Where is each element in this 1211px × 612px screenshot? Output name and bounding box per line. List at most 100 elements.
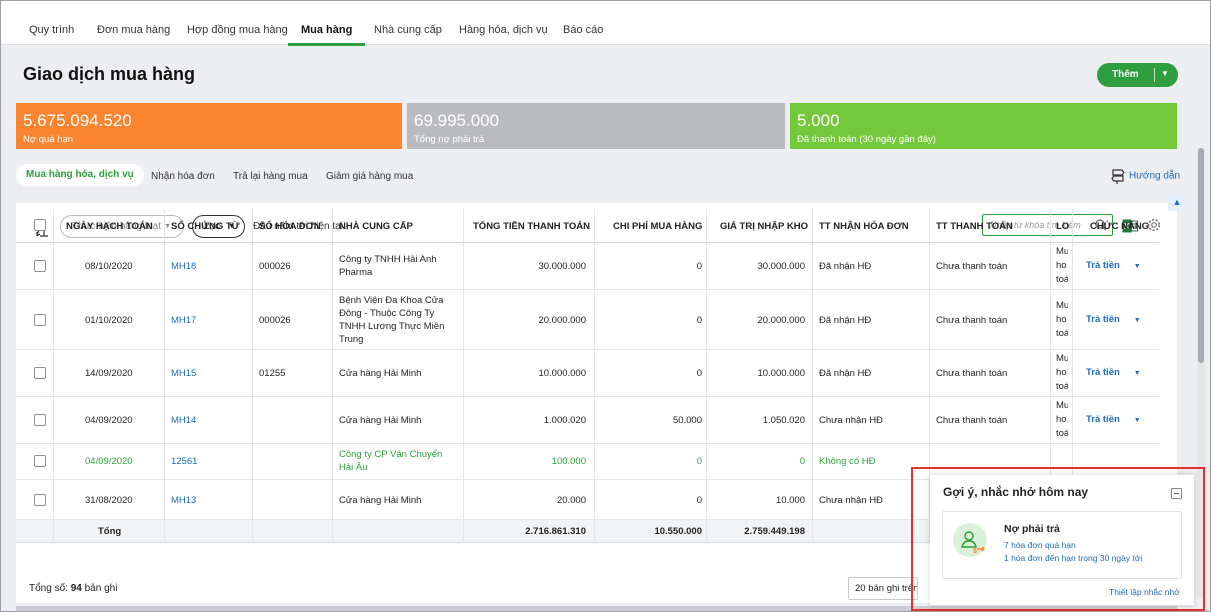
row-invoice-status: Không có HĐ xyxy=(819,456,876,467)
overdue-debt-card[interactable]: 5.675.094.520 Nợ quá hạn xyxy=(16,103,402,149)
pay-label: Trả tiền xyxy=(1086,367,1120,378)
tab-process[interactable]: Quy trình xyxy=(29,1,74,45)
tab-purchasing[interactable]: Mua hàng xyxy=(287,1,366,46)
row-stock: 20.000.000 xyxy=(757,315,805,326)
col-posting-date[interactable]: NGÀY HẠCH TOÁN xyxy=(66,221,153,232)
row-payment-status: Chưa thanh toán xyxy=(936,261,1008,272)
subtab-buy-goods[interactable]: Mua hàng hóa, dịch vụ xyxy=(16,164,144,186)
row-checkbox[interactable] xyxy=(34,260,46,272)
row-stock: 10.000.000 xyxy=(757,368,805,379)
row-checkbox[interactable] xyxy=(34,367,46,379)
row-lo: Mu ho toá xyxy=(1056,300,1068,339)
total-payable-label: Tổng nợ phải trả xyxy=(414,134,485,145)
row-invoice-status: Chưa nhận HĐ xyxy=(819,415,883,426)
page-title: Giao dịch mua hàng xyxy=(23,64,196,84)
table-row[interactable]: 14/09/2020 MH15 01255 Cửa hàng Hải Minh … xyxy=(16,350,1159,397)
row-payment-status: Chưa thanh toán xyxy=(936,315,1008,326)
overdue-debt-value: 5.675.094.520 xyxy=(23,111,132,130)
row-supplier: Cửa hàng Hải Minh xyxy=(339,415,422,426)
row-stock: 1.050.020 xyxy=(762,415,805,426)
table-row[interactable]: 01/10/2020 MH17 000026 Bệnh Viện Đa Khoa… xyxy=(16,290,1159,350)
record-count-suffix: bản ghi xyxy=(84,583,118,594)
tab-reports[interactable]: Báo cáo xyxy=(563,1,603,45)
pay-button[interactable]: Trả tiền ▼ xyxy=(1086,414,1141,425)
row-supplier: Bệnh Viện Đa Khoa Cửa Đông - Thuộc Công … xyxy=(339,295,445,345)
select-all-checkbox[interactable] xyxy=(34,219,46,231)
row-lo: Mu ho toá xyxy=(1056,246,1068,285)
pay-label: Trả tiền xyxy=(1086,414,1120,425)
pay-button[interactable]: Trả tiền ▼ xyxy=(1086,260,1141,271)
row-cost: 0 xyxy=(696,456,702,467)
row-total: 20.000 xyxy=(556,495,586,506)
row-document-link[interactable]: MH15 xyxy=(171,367,196,380)
col-payment-status[interactable]: TT THANH TOÁN xyxy=(936,221,1013,232)
col-stock-value[interactable]: GIÁ TRỊ NHẬP KHO xyxy=(720,221,808,232)
page-size-select[interactable]: 20 bản ghi trên 1 trang xyxy=(848,577,918,600)
record-count-prefix: Tổng số: xyxy=(29,583,68,594)
row-document-link[interactable]: MH18 xyxy=(171,260,196,273)
chevron-up-icon: ▲ xyxy=(1172,197,1182,207)
col-invoice-no[interactable]: SỐ HÓA ĐƠN xyxy=(259,221,321,232)
collapse-icon[interactable] xyxy=(1171,488,1182,499)
row-checkbox[interactable] xyxy=(34,314,46,326)
table-row[interactable]: 08/10/2020 MH18 000026 Công ty TNHH Hải … xyxy=(16,243,1159,290)
row-document-link[interactable]: MH17 xyxy=(171,314,196,327)
row-checkbox[interactable] xyxy=(34,494,46,506)
col-supplier[interactable]: NHÀ CUNG CẤP xyxy=(339,221,413,232)
tab-purchase-orders[interactable]: Đơn mua hàng xyxy=(97,1,170,45)
row-document-link[interactable]: MH14 xyxy=(171,414,196,427)
totals-stock: 2.759.449.198 xyxy=(744,526,805,537)
col-lo[interactable]: LO xyxy=(1056,221,1069,232)
row-invoice: 01255 xyxy=(259,368,286,379)
chevron-down-icon[interactable]: ▼ xyxy=(1134,317,1141,324)
row-stock: 10.000 xyxy=(775,495,805,506)
add-button[interactable]: Thêm ▼ xyxy=(1097,63,1178,87)
guide-link[interactable]: Hướng dẫn xyxy=(1111,168,1180,184)
row-supplier: Cửa hàng Hải Minh xyxy=(339,495,422,506)
reminder-card-payables[interactable]: $ Nợ phải trả 7 hóa đơn quá hạn 1 hóa đơ… xyxy=(942,511,1182,579)
tab-goods-services[interactable]: Hàng hóa, dịch vụ xyxy=(459,1,548,45)
payables-icon: $ xyxy=(953,523,987,557)
col-document-no[interactable]: SỐ CHỨNG TỪ xyxy=(171,221,240,232)
overdue-invoices-link[interactable]: 7 hóa đơn quá hạn xyxy=(1004,540,1076,550)
paid-label: Đã thanh toán (30 ngày gần đây) xyxy=(797,134,936,145)
subtab-purchase-discounts[interactable]: Giảm giá hàng mua xyxy=(326,171,413,182)
tab-suppliers[interactable]: Nhà cung cấp xyxy=(374,1,442,45)
row-checkbox[interactable] xyxy=(34,414,46,426)
due-invoices-link[interactable]: 1 hóa đơn đến hạn trong 30 ngày tới xyxy=(1004,553,1142,563)
row-date: 14/09/2020 xyxy=(85,368,133,379)
subtab-receive-invoice[interactable]: Nhận hóa đơn xyxy=(151,171,215,182)
row-total: 100.000 xyxy=(551,456,586,467)
row-document-link[interactable]: 12561 xyxy=(171,455,197,468)
row-cost: 50.000 xyxy=(672,415,702,426)
reminder-item-title: Nợ phải trả xyxy=(1004,523,1060,535)
chevron-down-icon[interactable]: ▼ xyxy=(1134,263,1141,270)
svg-text:$: $ xyxy=(973,548,977,555)
row-date: 01/10/2020 xyxy=(85,315,133,326)
tab-purchase-contracts[interactable]: Hợp đồng mua hàng xyxy=(187,1,288,45)
col-invoice-status[interactable]: TT NHẬN HÓA ĐƠN xyxy=(819,221,909,232)
total-payable-card[interactable]: 69.995.000 Tổng nợ phải trả xyxy=(407,103,785,149)
row-invoice-status: Đã nhận HĐ xyxy=(819,261,872,272)
chevron-down-icon[interactable]: ▼ xyxy=(1161,69,1169,78)
paid-card[interactable]: 5.000 Đã thanh toán (30 ngày gần đây) xyxy=(790,103,1177,149)
chevron-down-icon[interactable]: ▼ xyxy=(1134,370,1141,377)
pay-button[interactable]: Trả tiền ▼ xyxy=(1086,367,1141,378)
row-date: 04/09/2020 xyxy=(85,415,133,426)
scrollbar-thumb[interactable] xyxy=(1198,148,1204,363)
table-row[interactable]: 04/09/2020 MH14 Cửa hàng Hải Minh 1.000.… xyxy=(16,397,1159,444)
row-cost: 0 xyxy=(696,261,702,272)
totals-label: Tổng xyxy=(98,526,122,537)
col-purchase-cost[interactable]: CHI PHÍ MUA HÀNG xyxy=(613,221,702,232)
scroll-top-button[interactable]: ▲ xyxy=(1168,193,1186,211)
row-document-link[interactable]: MH13 xyxy=(171,494,196,507)
subtab-purchase-returns[interactable]: Trả lại hàng mua xyxy=(233,171,308,182)
signpost-icon xyxy=(1111,169,1125,184)
pay-button[interactable]: Trả tiền ▼ xyxy=(1086,314,1141,325)
col-total-payment[interactable]: TỔNG TIỀN THANH TOÁN xyxy=(473,221,590,232)
column-divider xyxy=(706,209,707,543)
add-button-label: Thêm xyxy=(1112,69,1139,80)
row-checkbox[interactable] xyxy=(34,455,46,467)
reminder-settings-link[interactable]: Thiết lập nhắc nhở xyxy=(1109,587,1180,597)
chevron-down-icon[interactable]: ▼ xyxy=(1134,417,1141,424)
